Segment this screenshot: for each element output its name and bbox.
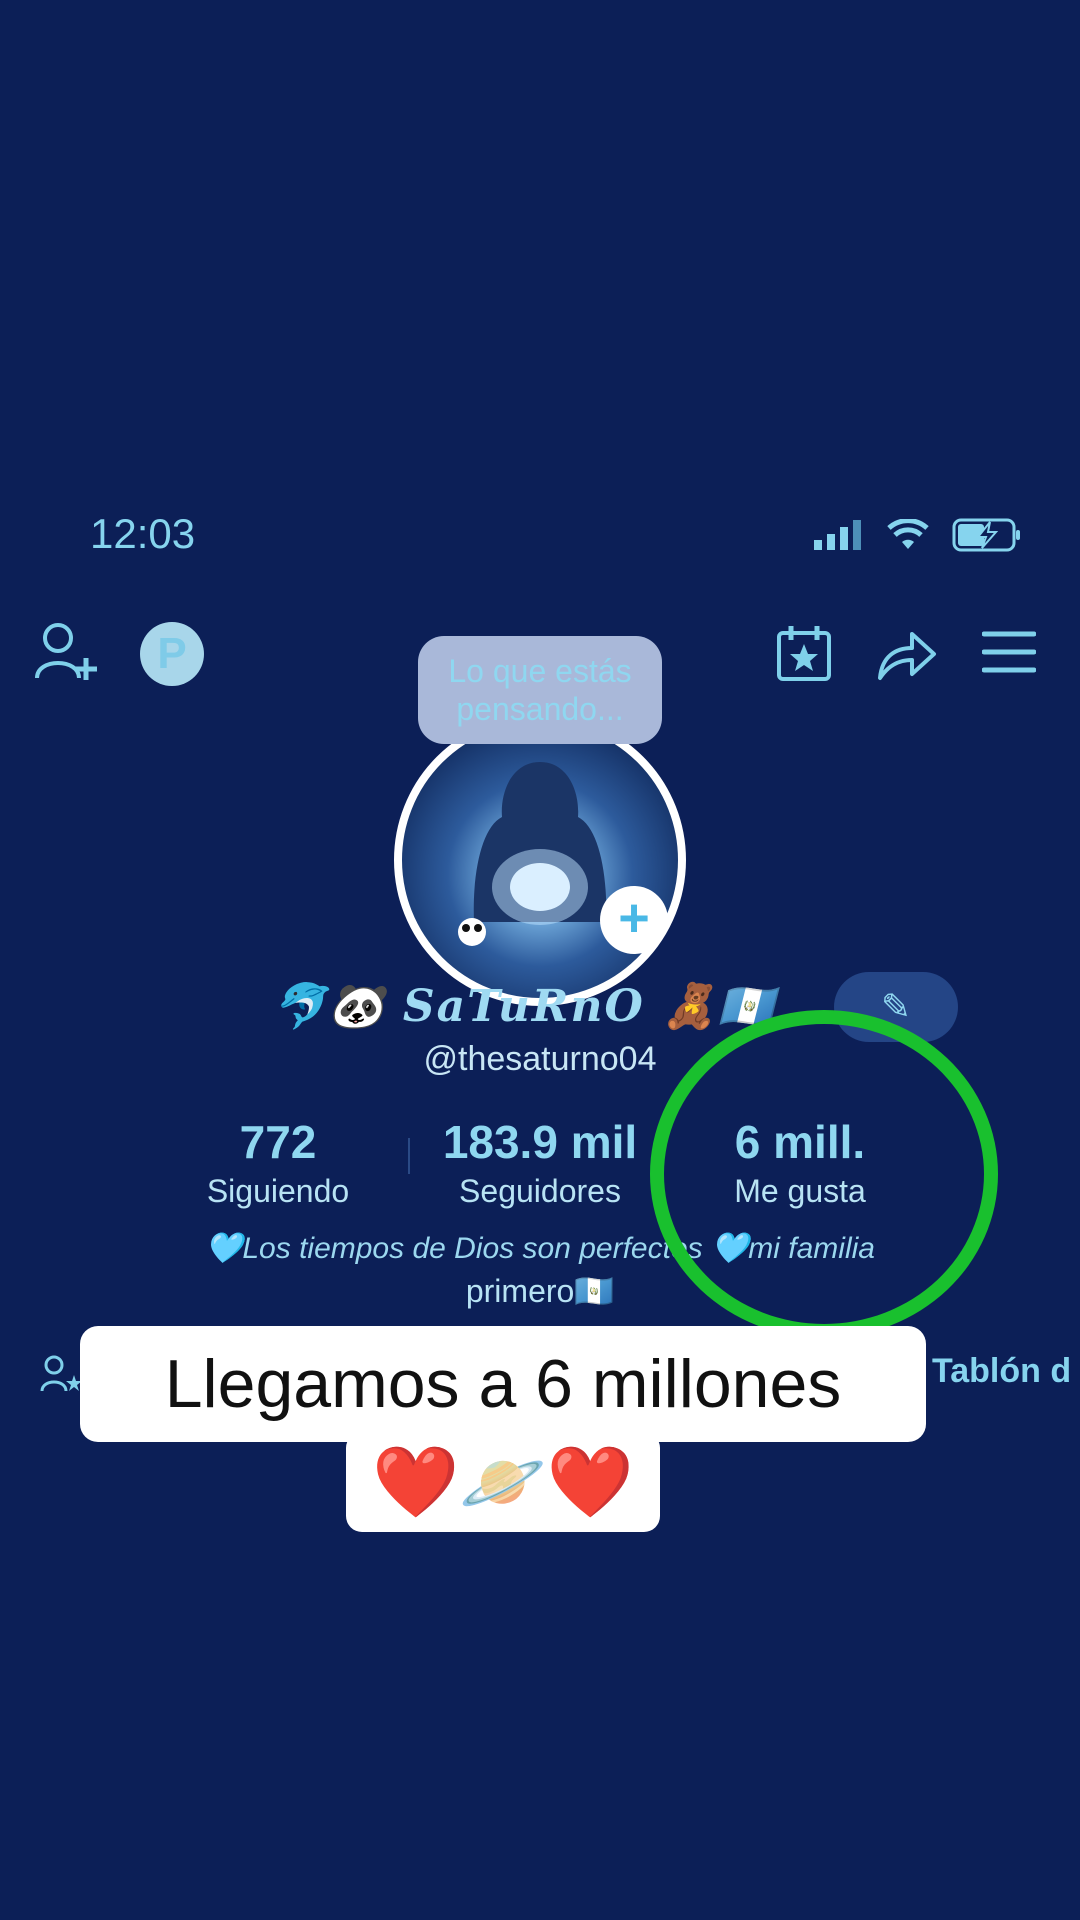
caption-line-1: Llegamos a 6 millones <box>80 1326 926 1442</box>
profile-p-icon[interactable]: P <box>140 622 204 686</box>
stat-label: Siguiendo <box>206 1173 350 1209</box>
caption-line-2: ❤️🪐❤️ <box>346 1432 660 1532</box>
display-name-row: 🐬🐼 SaTuRnO 🧸🇬🇹 ⌄ <box>272 980 824 1032</box>
signal-icon <box>814 520 861 550</box>
profile-avatar[interactable] <box>394 714 686 1006</box>
stat-followers[interactable]: 183.9 mil Seguidores <box>410 1115 670 1210</box>
share-icon[interactable] <box>876 626 938 682</box>
menu-icon[interactable] <box>982 630 1036 674</box>
add-story-button[interactable]: + <box>600 886 668 954</box>
avatar-image <box>458 762 607 946</box>
tab-tablon[interactable]: Tablón d <box>932 1352 1071 1391</box>
status-thought-bubble[interactable]: Lo que estás pensando... <box>418 636 662 744</box>
wifi-icon <box>887 519 929 549</box>
calendar-star-icon[interactable] <box>776 624 832 682</box>
status-time: 12:03 <box>90 510 196 557</box>
stat-label: Seguidores <box>459 1173 621 1209</box>
status-icons <box>814 518 1022 552</box>
person-add-icon[interactable] <box>34 620 100 682</box>
highlight-circle <box>650 1010 998 1338</box>
user-star-icon[interactable] <box>40 1355 84 1395</box>
display-name: SaTuRnO <box>402 981 645 1032</box>
name-emojis-before: 🐬🐼 <box>272 981 386 1032</box>
stat-following[interactable]: 772 Siguiendo <box>148 1115 408 1210</box>
stat-value: 772 <box>239 1116 317 1168</box>
stat-value: 183.9 mil <box>442 1116 638 1168</box>
battery-icon <box>952 518 1020 552</box>
